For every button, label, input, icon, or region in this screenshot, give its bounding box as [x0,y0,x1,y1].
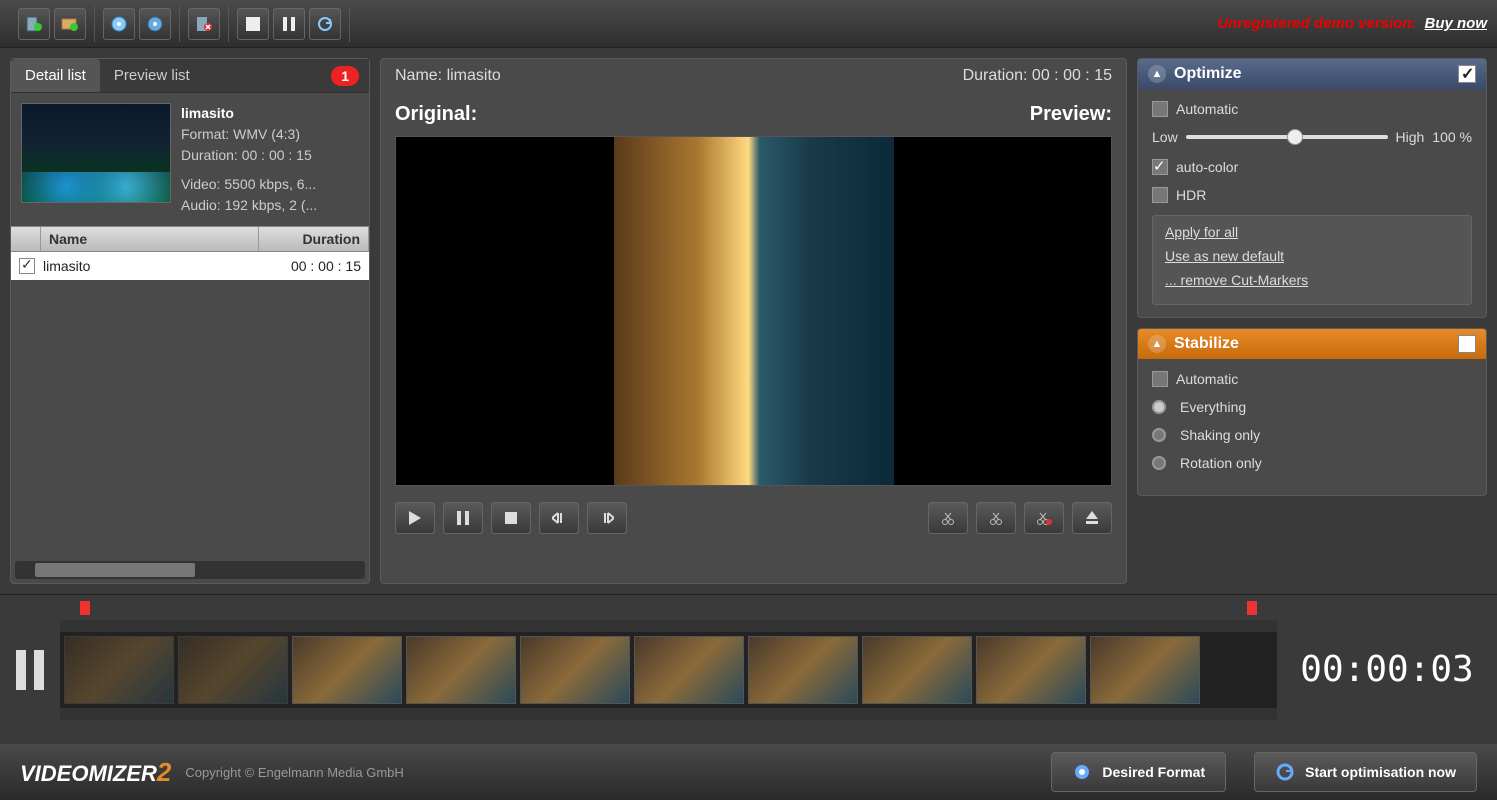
autocolor-checkbox[interactable] [1152,159,1168,175]
add-file-button[interactable] [18,8,50,40]
rotation-only-radio[interactable] [1152,456,1166,470]
filmstrip[interactable] [60,620,1277,720]
everything-radio[interactable] [1152,400,1166,414]
preview-label: Preview: [1030,103,1112,126]
row-name: limasito [43,258,251,274]
stop-button[interactable] [237,8,269,40]
col-duration-header[interactable]: Duration [259,227,369,251]
list-header: Name Duration [11,226,369,252]
add-folder-button[interactable] [54,8,86,40]
start-optimisation-button[interactable]: Start optimisation now [1254,752,1477,792]
clip-duration: Duration: 00 : 00 : 15 [181,145,359,166]
use-as-default-link[interactable]: Use as new default [1165,248,1459,264]
eject-button[interactable] [1072,502,1112,534]
chevron-up-icon: ▲ [1148,65,1166,83]
slider-high-label: High [1396,129,1425,145]
cut-end-button[interactable] [976,502,1016,534]
refresh-icon [1275,762,1295,782]
gear-icon [1072,762,1092,782]
footer: VIDEOMIZER2 Copyright © Engelmann Media … [0,744,1497,800]
frame-back-button[interactable] [539,502,579,534]
timeline-frame[interactable] [634,636,744,704]
cut-marker-start[interactable] [80,601,90,615]
refresh-button[interactable] [309,8,341,40]
clip-audio-info: Audio: 192 kbps, 2 (... [181,195,359,216]
timeline-frame[interactable] [748,636,858,704]
disc-2-button[interactable] [139,8,171,40]
original-label: Original: [395,103,477,126]
timeline-frame[interactable] [292,636,402,704]
cut-start-button[interactable] [928,502,968,534]
col-name-header[interactable]: Name [41,227,259,251]
app-logo: VIDEOMIZER2 [20,757,171,788]
shaking-label: Shaking only [1180,427,1260,443]
list-count-badge: 1 [331,66,359,86]
demo-text: Unregistered demo version: [1217,15,1416,32]
video-preview-area[interactable] [395,136,1112,486]
timeline: 00:00:03 [0,594,1497,744]
play-button[interactable] [395,502,435,534]
timeline-frame[interactable] [520,636,630,704]
timeline-frame[interactable] [1090,636,1200,704]
rotation-label: Rotation only [1180,455,1262,471]
timeline-frame[interactable] [64,636,174,704]
timecode-display: 00:00:03 [1287,649,1487,690]
tab-preview-list[interactable]: Preview list [100,59,204,92]
tab-detail-list[interactable]: Detail list [11,59,100,92]
stabilize-section-header[interactable]: ▲ Stabilize [1138,329,1486,359]
copyright-text: Copyright © Engelmann Media GmbH [185,765,403,780]
pause-button[interactable] [273,8,305,40]
row-duration: 00 : 00 : 15 [251,258,361,274]
apply-for-all-link[interactable]: Apply for all [1165,224,1459,240]
frame-forward-button[interactable] [587,502,627,534]
left-horizontal-scrollbar[interactable] [15,561,365,579]
stabilize-automatic-label: Automatic [1176,371,1238,387]
stop-playback-button[interactable] [491,502,531,534]
timeline-frame[interactable] [406,636,516,704]
optimize-enable-checkbox[interactable] [1458,65,1476,83]
clip-thumbnail[interactable] [21,103,171,203]
optimize-title: Optimize [1174,65,1242,83]
shaking-only-radio[interactable] [1152,428,1166,442]
cut-delete-button[interactable] [1024,502,1064,534]
stabilize-title: Stabilize [1174,335,1239,353]
cut-marker-end[interactable] [1247,601,1257,615]
timeline-frame[interactable] [178,636,288,704]
disc-1-button[interactable] [103,8,135,40]
remove-button[interactable] [188,8,220,40]
timeline-frame[interactable] [976,636,1086,704]
desired-format-button[interactable]: Desired Format [1051,752,1226,792]
autocolor-label: auto-color [1176,159,1238,175]
center-panel: Name: limasito Duration: 00 : 00 : 15 Or… [380,58,1127,584]
clip-title: limasito [181,103,359,124]
pause-playback-button[interactable] [443,502,483,534]
slider-low-label: Low [1152,129,1178,145]
timeline-frame[interactable] [862,636,972,704]
hdr-checkbox[interactable] [1152,187,1168,203]
optimize-slider[interactable] [1186,135,1388,139]
automatic-checkbox[interactable] [1152,101,1168,117]
hdr-label: HDR [1176,187,1206,203]
stabilize-enable-checkbox[interactable] [1458,335,1476,353]
slider-value: 100 % [1432,129,1472,145]
clip-video-info: Video: 5500 kbps, 6... [181,174,359,195]
remove-cut-markers-link[interactable]: ... remove Cut-Markers [1165,272,1459,288]
chevron-up-icon: ▲ [1148,335,1166,353]
video-duration-label: Duration: 00 : 00 : 15 [963,67,1112,85]
row-checkbox[interactable] [19,258,35,274]
optimize-section-header[interactable]: ▲ Optimize [1138,59,1486,89]
top-toolbar: Unregistered demo version: Buy now [0,0,1497,48]
automatic-label: Automatic [1176,101,1238,117]
stabilize-automatic-checkbox[interactable] [1152,371,1168,387]
timeline-pause-button[interactable] [10,645,50,695]
video-name-label: Name: limasito [395,67,501,85]
everything-label: Everything [1180,399,1246,415]
left-panel: Detail list Preview list 1 limasito Form… [10,58,370,584]
clip-format: Format: WMV (4:3) [181,124,359,145]
buy-now-link[interactable]: Buy now [1425,15,1488,32]
right-panel: ▲ Optimize Automatic Low High 100 % [1137,58,1487,584]
list-row[interactable]: limasito 00 : 00 : 15 [11,252,369,280]
